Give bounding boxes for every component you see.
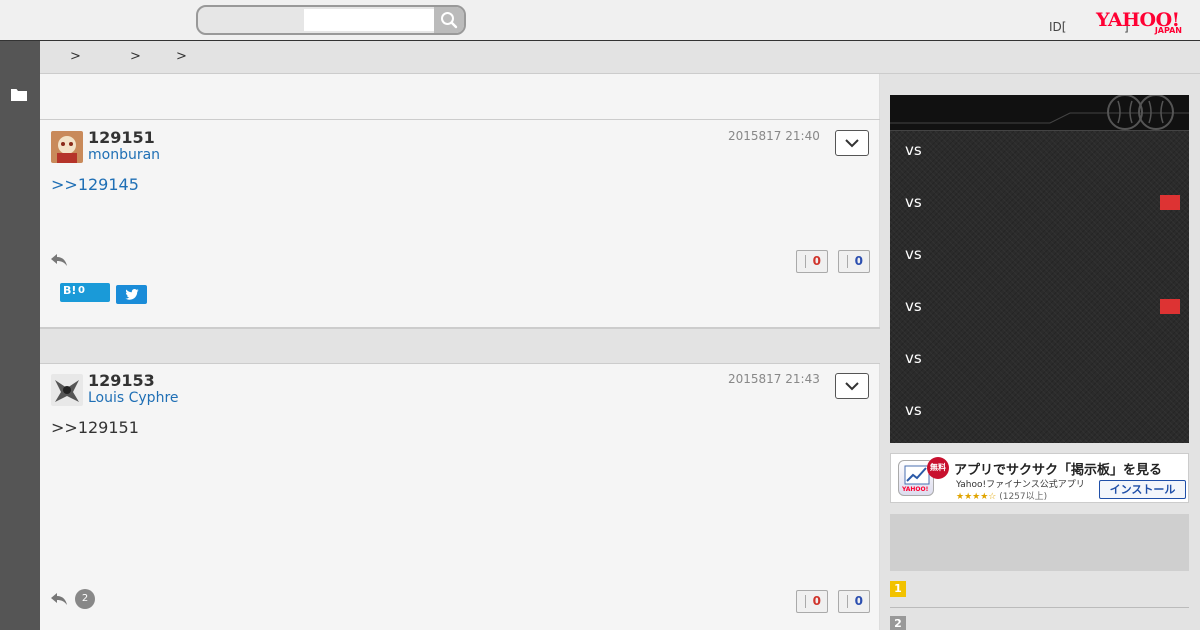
user-avatar[interactable] [51,374,83,406]
game-vs-label: vs [905,141,922,159]
post-number[interactable]: 129153 [88,371,155,390]
dislike-count: 0 [854,594,863,608]
game-vs-label: vs [905,297,922,315]
post-menu-button[interactable] [835,373,869,399]
hatena-count: 0 [78,285,85,296]
rating-count: (1257以上) [999,492,1048,502]
user-avatar[interactable] [51,131,83,163]
rating-stars: ★★★★☆ [956,492,997,502]
free-badge: 無料 [927,457,949,479]
install-button[interactable]: インストール [1099,480,1186,499]
breadcrumb-separator: > [130,49,141,64]
game-status-flag [1160,195,1180,210]
game-vs-label: vs [905,245,922,263]
search-input[interactable] [304,9,434,31]
vote-divider [805,595,806,608]
chevron-down-icon [845,138,859,147]
breadcrumb-separator: > [70,49,81,64]
post-menu-button[interactable] [835,130,869,156]
like-count: 0 [812,594,821,608]
game-vs-label: vs [905,401,922,419]
post-body-reply-link[interactable]: >>129145 [51,175,139,194]
game-vs-label: vs [905,349,922,367]
game-row[interactable]: vs [890,193,1189,245]
app-icon-label: YAHOO! [902,486,929,493]
ranking-badge[interactable]: 2 [890,616,906,630]
sidebar-ad-block [890,514,1189,571]
post-number[interactable]: 129151 [88,128,155,147]
scores-panel-header [890,95,1189,131]
dislike-button[interactable]: 0 [838,590,870,613]
baseball-icon [890,95,1189,130]
game-status-flag [1160,299,1180,314]
yahoo-logo-subtext: JAPAN [1154,26,1182,35]
vote-divider [847,255,848,268]
chevron-down-icon [845,381,859,390]
game-row[interactable]: vs [890,349,1189,401]
reply-count-badge[interactable]: 2 [75,589,95,609]
breadcrumb: > > > [40,41,1200,74]
game-row[interactable]: vs [890,401,1189,453]
like-button[interactable]: 0 [796,250,828,273]
hatena-bookmark-button[interactable]: B! 0 [60,283,110,302]
post-item: 129151 monburan 2015817 21:40 >>129145 0… [40,121,880,327]
game-vs-label: vs [905,193,922,211]
twitter-bird-icon [124,289,139,300]
post-username[interactable]: Louis Cyphre [88,390,179,406]
game-row[interactable]: vs [890,141,1189,193]
search-box [196,5,466,35]
yahoo-japan-logo[interactable]: YAHOO! JAPAN [1096,9,1188,37]
post-date: 2015817 21:43 [728,372,820,386]
yahoo-id-link[interactable]: ID[ [1049,20,1066,34]
folder-icon[interactable] [11,88,27,102]
baseball-scores-panel: vs vs vs vs vs vs [890,95,1189,443]
dislike-button[interactable]: 0 [838,250,870,273]
post-username[interactable]: monburan [88,147,160,163]
thread-main: 129151 monburan 2015817 21:40 >>129145 0… [40,74,880,630]
app-rating: ★★★★☆ (1257以上) [956,489,1047,502]
hatena-label: B! [63,284,77,297]
thread-divider-band [40,327,880,364]
vote-divider [805,255,806,268]
thread-top-area [40,74,880,120]
search-button[interactable] [434,7,464,33]
left-rail [0,41,40,630]
game-row[interactable]: vs [890,297,1189,349]
ranking-badge[interactable]: 1 [890,581,906,597]
dislike-count: 0 [854,254,863,268]
breadcrumb-separator: > [176,49,187,64]
like-count: 0 [812,254,821,268]
vote-divider [847,595,848,608]
post-item: 129153 Louis Cyphre 2015817 21:43 >>1291… [40,364,880,630]
post-body: >>129151 [51,418,139,437]
game-row[interactable]: vs [890,245,1189,297]
app-banner-title: アプリでサクサク「掲示板」を見る [954,463,1163,478]
ranking-divider [890,607,1189,608]
reply-icon[interactable] [50,252,68,268]
right-sidebar: vs vs vs vs vs vs YAHOO! 無料 アプリでサクサク「掲示板」を見る … [880,74,1200,630]
like-button[interactable]: 0 [796,590,828,613]
search-icon [441,12,458,29]
reply-icon[interactable] [50,591,68,607]
tweet-button[interactable] [116,285,147,304]
top-header: ID[ ] YAHOO! JAPAN [0,0,1200,41]
app-promo-banner[interactable]: YAHOO! 無料 アプリでサクサク「掲示板」を見る Yahoo!ファイナンス公… [890,453,1189,503]
post-date: 2015817 21:40 [728,129,820,143]
